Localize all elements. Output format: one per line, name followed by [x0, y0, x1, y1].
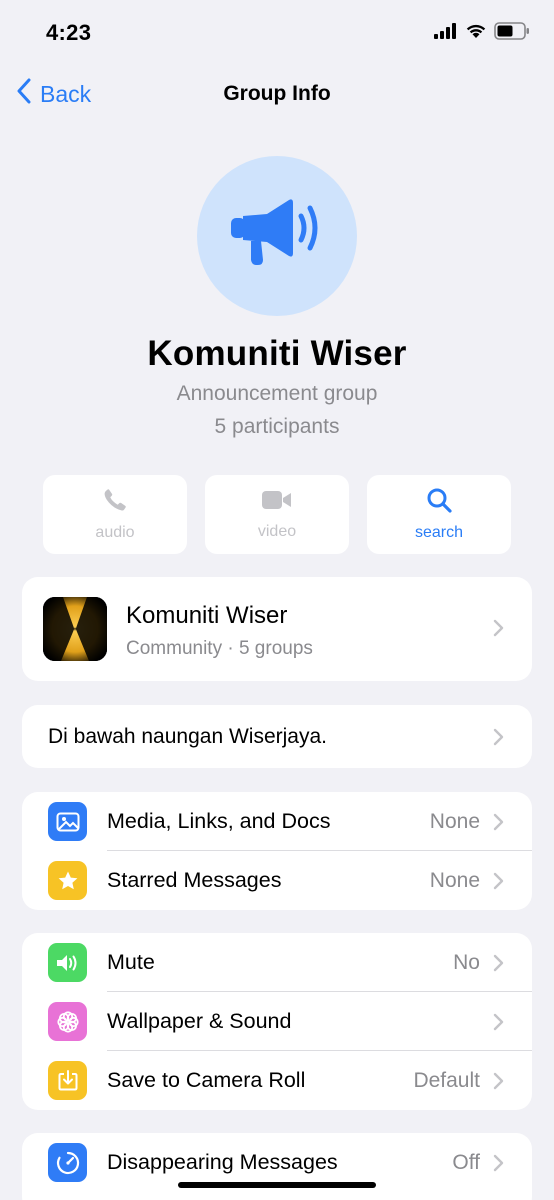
nav-bar: Back Group Info — [0, 66, 554, 122]
chevron-right-icon — [493, 872, 504, 895]
action-row: audio video search — [43, 475, 511, 554]
status-icons — [434, 22, 530, 45]
group-avatar[interactable] — [197, 156, 357, 316]
starred-messages-row[interactable]: Starred Messages None — [22, 851, 532, 910]
row-label: Disappearing Messages — [107, 1150, 338, 1174]
timer-icon — [48, 1143, 87, 1182]
search-label: search — [414, 524, 464, 541]
community-logo — [43, 597, 107, 661]
row-label: Wallpaper & Sound — [107, 1009, 292, 1033]
row-label: Mute — [107, 950, 155, 974]
video-call-button[interactable]: video — [205, 475, 349, 554]
download-icon — [48, 1061, 87, 1100]
page-title: Group Info — [223, 82, 331, 105]
group-name: Komuniti Wiser — [147, 334, 407, 373]
group-type: Announcement group — [176, 382, 378, 405]
chevron-right-icon — [493, 954, 504, 977]
audio-label: audio — [95, 524, 135, 541]
disappearing-section: Disappearing Messages Off — [22, 1133, 532, 1200]
video-label: video — [257, 523, 297, 540]
row-label: Media, Links, and Docs — [107, 809, 331, 833]
row-value: Off — [452, 1150, 480, 1174]
media-links-docs-row[interactable]: Media, Links, and Docs None — [22, 792, 532, 851]
media-section: Media, Links, and Docs None Starred Mess… — [22, 792, 532, 910]
search-icon — [426, 487, 452, 518]
wallpaper-sound-row[interactable]: Wallpaper & Sound — [22, 992, 532, 1051]
status-time: 4:23 — [46, 20, 92, 45]
battery-icon — [494, 22, 530, 45]
settings-section: Mute No Wallpaper & Sound Save to Camera… — [22, 933, 532, 1110]
chevron-right-icon — [493, 1072, 504, 1095]
row-label: Starred Messages — [107, 868, 282, 892]
star-icon — [48, 861, 87, 900]
phone-icon — [102, 487, 128, 518]
photo-icon — [48, 802, 87, 841]
flower-icon — [48, 1002, 87, 1041]
cellular-signal-icon — [434, 23, 458, 44]
mute-row[interactable]: Mute No — [22, 933, 532, 992]
row-label: Save to Camera Roll — [107, 1068, 306, 1092]
community-name: Komuniti Wiser — [126, 602, 288, 629]
chevron-right-icon — [493, 1013, 504, 1036]
chevron-right-icon — [493, 619, 504, 642]
save-camera-roll-row[interactable]: Save to Camera Roll Default — [22, 1051, 532, 1110]
row-value: No — [453, 950, 480, 974]
description-text: Di bawah naungan Wiserjaya. — [48, 725, 327, 748]
community-subtitle: Community · 5 groups — [126, 638, 313, 659]
group-description[interactable]: Di bawah naungan Wiserjaya. — [22, 705, 532, 768]
chevron-right-icon — [493, 728, 504, 751]
row-value: None — [429, 809, 480, 833]
row-value: Default — [413, 1068, 480, 1092]
speaker-icon — [48, 943, 87, 982]
audio-call-button[interactable]: audio — [43, 475, 187, 554]
search-button[interactable]: search — [367, 475, 511, 554]
participants-count[interactable]: 5 participants — [0, 415, 554, 439]
community-card[interactable]: Komuniti Wiser Community · 5 groups — [22, 577, 532, 681]
chevron-right-icon — [493, 813, 504, 836]
home-indicator — [178, 1182, 376, 1188]
video-camera-icon — [261, 488, 293, 517]
row-value: None — [429, 868, 480, 892]
status-bar: 4:23 — [0, 0, 554, 66]
megaphone-icon — [227, 194, 327, 279]
chevron-right-icon — [493, 1154, 504, 1177]
wifi-icon — [465, 23, 487, 44]
